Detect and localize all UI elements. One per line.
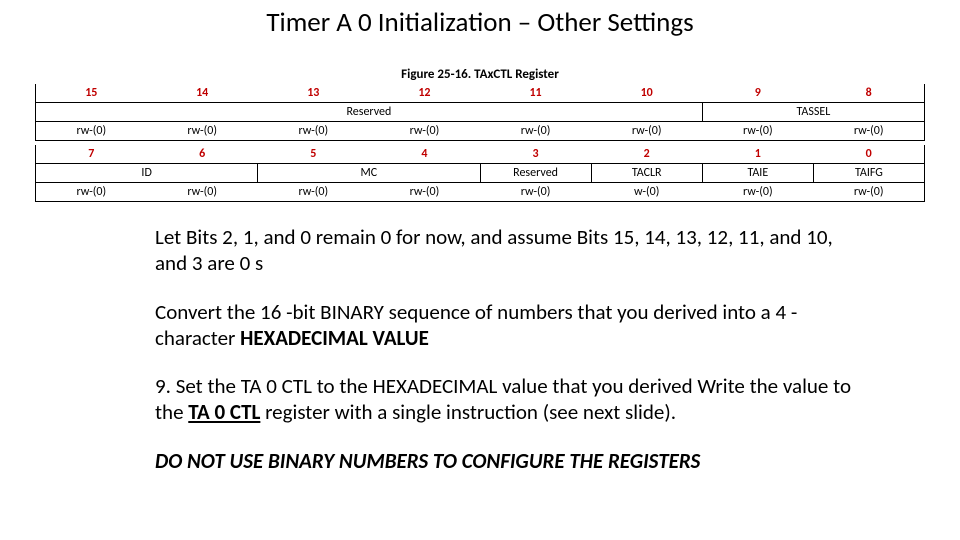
- rw-cell: rw-(0): [702, 183, 813, 202]
- emphasis-hex-value: HEXADECIMAL VALUE: [240, 325, 429, 351]
- bit-number: 5: [258, 145, 369, 164]
- paragraph: 9. Set the TA 0 CTL to the HEXADECIMAL v…: [155, 373, 855, 426]
- body-text: Let Bits 2, 1, and 0 remain 0 for now, a…: [155, 224, 855, 474]
- bit-number: 4: [369, 145, 480, 164]
- page-title: Timer A 0 Initialization – Other Setting…: [0, 6, 960, 39]
- rw-cell: rw-(0): [813, 122, 924, 141]
- field-id: ID: [36, 164, 258, 183]
- rw-cell: rw-(0): [480, 122, 591, 141]
- figure-caption: Figure 25-16. TAxCTL Register: [0, 67, 960, 82]
- register-table: 15 14 13 12 11 10 9 8 Reserved TASSEL rw…: [35, 84, 925, 202]
- bit-number: 14: [147, 84, 258, 103]
- bit-number: 9: [702, 84, 813, 103]
- warning-text: DO NOT USE BINARY NUMBERS TO CONFIGURE T…: [155, 448, 855, 474]
- field-reserved: Reserved: [36, 103, 703, 122]
- field-taie: TAIE: [702, 164, 813, 183]
- bit-number: 13: [258, 84, 369, 103]
- table-row: 7 6 5 4 3 2 1 0: [36, 145, 925, 164]
- rw-cell: rw-(0): [369, 183, 480, 202]
- field-taclr: TACLR: [591, 164, 702, 183]
- register-name: TA 0 CTL: [188, 399, 260, 425]
- slide: Timer A 0 Initialization – Other Setting…: [0, 0, 960, 540]
- table-row: 15 14 13 12 11 10 9 8: [36, 84, 925, 103]
- table-row: Reserved TASSEL: [36, 103, 925, 122]
- rw-cell: rw-(0): [36, 183, 147, 202]
- rw-cell: rw-(0): [369, 122, 480, 141]
- rw-cell: rw-(0): [480, 183, 591, 202]
- table-row: ID MC Reserved TACLR TAIE TAIFG: [36, 164, 925, 183]
- rw-cell: rw-(0): [36, 122, 147, 141]
- rw-cell: rw-(0): [147, 122, 258, 141]
- field-reserved: Reserved: [480, 164, 591, 183]
- table-row: rw-(0) rw-(0) rw-(0) rw-(0) rw-(0) rw-(0…: [36, 122, 925, 141]
- paragraph: Convert the 16 -bit BINARY sequence of n…: [155, 299, 855, 352]
- bit-number: 0: [813, 145, 924, 164]
- rw-cell: rw-(0): [702, 122, 813, 141]
- rw-cell: w-(0): [591, 183, 702, 202]
- rw-cell: rw-(0): [813, 183, 924, 202]
- bit-number: 3: [480, 145, 591, 164]
- rw-cell: rw-(0): [258, 183, 369, 202]
- bit-number: 1: [702, 145, 813, 164]
- bit-number: 2: [591, 145, 702, 164]
- rw-cell: rw-(0): [258, 122, 369, 141]
- field-tassel: TASSEL: [702, 103, 924, 122]
- rw-cell: rw-(0): [147, 183, 258, 202]
- bit-number: 10: [591, 84, 702, 103]
- field-taifg: TAIFG: [813, 164, 924, 183]
- bit-number: 15: [36, 84, 147, 103]
- text: register with a single instruction (see …: [260, 399, 676, 425]
- bit-number: 8: [813, 84, 924, 103]
- bit-number: 6: [147, 145, 258, 164]
- rw-cell: rw-(0): [591, 122, 702, 141]
- table-row: rw-(0) rw-(0) rw-(0) rw-(0) rw-(0) w-(0)…: [36, 183, 925, 202]
- bit-number: 11: [480, 84, 591, 103]
- paragraph: Let Bits 2, 1, and 0 remain 0 for now, a…: [155, 224, 855, 277]
- field-mc: MC: [258, 164, 480, 183]
- bit-number: 12: [369, 84, 480, 103]
- bit-number: 7: [36, 145, 147, 164]
